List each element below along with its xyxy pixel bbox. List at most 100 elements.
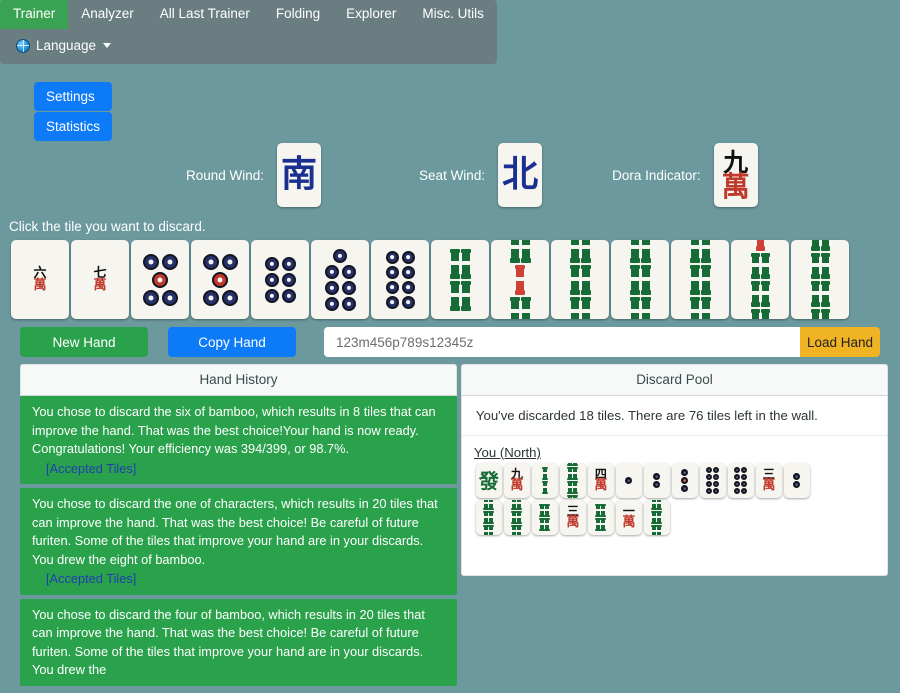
circle-pip (221, 289, 238, 306)
circle-pip (264, 256, 279, 271)
character-glyph: 九萬 (510, 467, 524, 494)
circle-pip (401, 250, 415, 264)
bamboo-pip (820, 308, 830, 319)
six-of-characters-tile[interactable]: 六萬 (11, 240, 69, 319)
hand-history-entry: You chose to discard the four of bamboo,… (20, 598, 457, 686)
bamboo-pip (516, 525, 523, 535)
statistics-button[interactable]: Statistics (34, 112, 113, 141)
circle-pip (264, 272, 279, 287)
six-of-bamboo-tile[interactable] (611, 240, 669, 319)
seven-of-bamboo-tile[interactable] (731, 240, 789, 319)
accepted-tiles-link[interactable]: [Accepted Tiles] (32, 460, 447, 479)
dora-indicator-group: Dora Indicator: 九萬 (612, 143, 758, 207)
hand-history-text: You chose to discard the four of bamboo,… (32, 606, 425, 678)
circle-pip (793, 481, 801, 488)
nav-tab-analyzer[interactable]: Analyzer (68, 0, 147, 29)
nav-tab-explorer[interactable]: Explorer (333, 0, 409, 29)
six-of-bamboo-tile[interactable] (671, 240, 729, 319)
nav-tab-misc-utils[interactable]: Misc. Utils (409, 0, 497, 29)
nav-tab-trainer[interactable]: Trainer (0, 0, 69, 29)
bamboo-pip (750, 252, 760, 279)
bamboo-pip (544, 504, 551, 518)
globe-icon (16, 38, 30, 53)
bamboo-pip (760, 280, 770, 307)
bamboo-pip (810, 280, 820, 307)
bamboo-pip (810, 252, 820, 279)
load-hand-button[interactable]: Load Hand (800, 327, 880, 357)
two-of-circles-tile (643, 463, 670, 498)
bamboo-pip (572, 495, 579, 498)
bamboo-pip (488, 500, 495, 511)
round-wind-group: Round Wind: 南 (186, 143, 322, 207)
new-hand-button[interactable]: New Hand (20, 327, 148, 357)
discard-player-label: You (North) (473, 445, 541, 460)
bamboo-pip (689, 296, 700, 319)
circle-pip (681, 469, 689, 476)
circle-pip (734, 488, 741, 494)
four-of-bamboo-tile[interactable] (431, 240, 489, 319)
bamboo-pip (569, 240, 580, 263)
bamboo-pip (509, 296, 520, 319)
circle-pip (385, 280, 399, 294)
discard-summary: You've discarded 18 tiles. There are 76 … (461, 396, 887, 436)
bamboo-pip (509, 240, 520, 263)
circle-pip (706, 481, 713, 487)
bamboo-pip (460, 280, 471, 311)
bamboo-pip (700, 240, 711, 263)
hand-history-text: You chose to discard the six of bamboo, … (32, 404, 436, 456)
bamboo-pip (656, 525, 663, 535)
language-button[interactable]: Language (8, 33, 122, 58)
bamboo-pip (544, 518, 551, 532)
eight-of-circles-tile (727, 463, 754, 498)
bamboo-pip (520, 240, 531, 263)
bamboo-pip (810, 308, 820, 319)
circle-pip (625, 477, 633, 484)
discard-pool-title: Discard Pool (460, 364, 888, 396)
five-of-circles-tile[interactable] (191, 240, 249, 319)
bamboo-pip (689, 240, 700, 263)
six-of-bamboo-tile (503, 500, 530, 535)
five-of-circles-tile[interactable] (131, 240, 189, 319)
circle-pip (264, 288, 279, 303)
bamboo-pip (820, 252, 830, 279)
action-bar: New Hand Copy Hand Load Hand (20, 327, 880, 357)
bamboo-pip (516, 500, 523, 511)
bamboo-pip (750, 308, 760, 319)
panel-area: Hand History You chose to discard the si… (20, 364, 888, 693)
six-of-bamboo-tile (643, 500, 670, 535)
discard-pool-panel: Discard Pool You've discarded 18 tiles. … (460, 364, 888, 693)
bamboo-pip (449, 280, 460, 311)
circle-pip (653, 473, 661, 480)
hand-input[interactable] (324, 327, 800, 357)
seven-of-characters-tile[interactable]: 七萬 (71, 240, 129, 319)
circle-pip (341, 264, 356, 279)
character-glyph: 九萬 (721, 147, 750, 203)
nav-tab-all-last-trainer[interactable]: All Last Trainer (147, 0, 263, 29)
nav-tab-folding[interactable]: Folding (263, 0, 333, 29)
copy-hand-button[interactable]: Copy Hand (168, 327, 296, 357)
settings-button[interactable]: Settings (34, 82, 113, 111)
six-of-circles-tile[interactable] (251, 240, 309, 319)
bamboo-pip (656, 500, 663, 511)
five-of-bamboo-red-tile[interactable] (491, 240, 549, 319)
six-of-bamboo-tile[interactable] (551, 240, 609, 319)
seven-of-circles-tile[interactable] (311, 240, 369, 319)
bamboo-pip (700, 264, 711, 295)
circle-pip (341, 296, 356, 311)
side-button-group: Settings Statistics (34, 82, 113, 141)
bamboo-pip (640, 264, 651, 295)
discard-pool-body: You've discarded 18 tiles. There are 76 … (460, 396, 888, 576)
bamboo-pip (629, 240, 640, 263)
eight-of-circles-tile[interactable] (371, 240, 429, 319)
eight-of-bamboo-tile (559, 463, 586, 498)
circle-pip (401, 295, 415, 309)
accepted-tiles-link[interactable]: [Accepted Tiles] (32, 570, 447, 589)
four-of-bamboo-tile (587, 500, 614, 535)
seat-wind-group: Seat Wind: 北 (419, 143, 543, 207)
eight-of-bamboo-tile[interactable] (791, 240, 849, 319)
character-glyph: 七萬 (93, 265, 107, 293)
circle-pip (734, 481, 741, 487)
hand-history-text: You chose to discard the one of characte… (32, 496, 438, 567)
bamboo-pip (580, 296, 591, 319)
circle-pip (161, 253, 178, 270)
